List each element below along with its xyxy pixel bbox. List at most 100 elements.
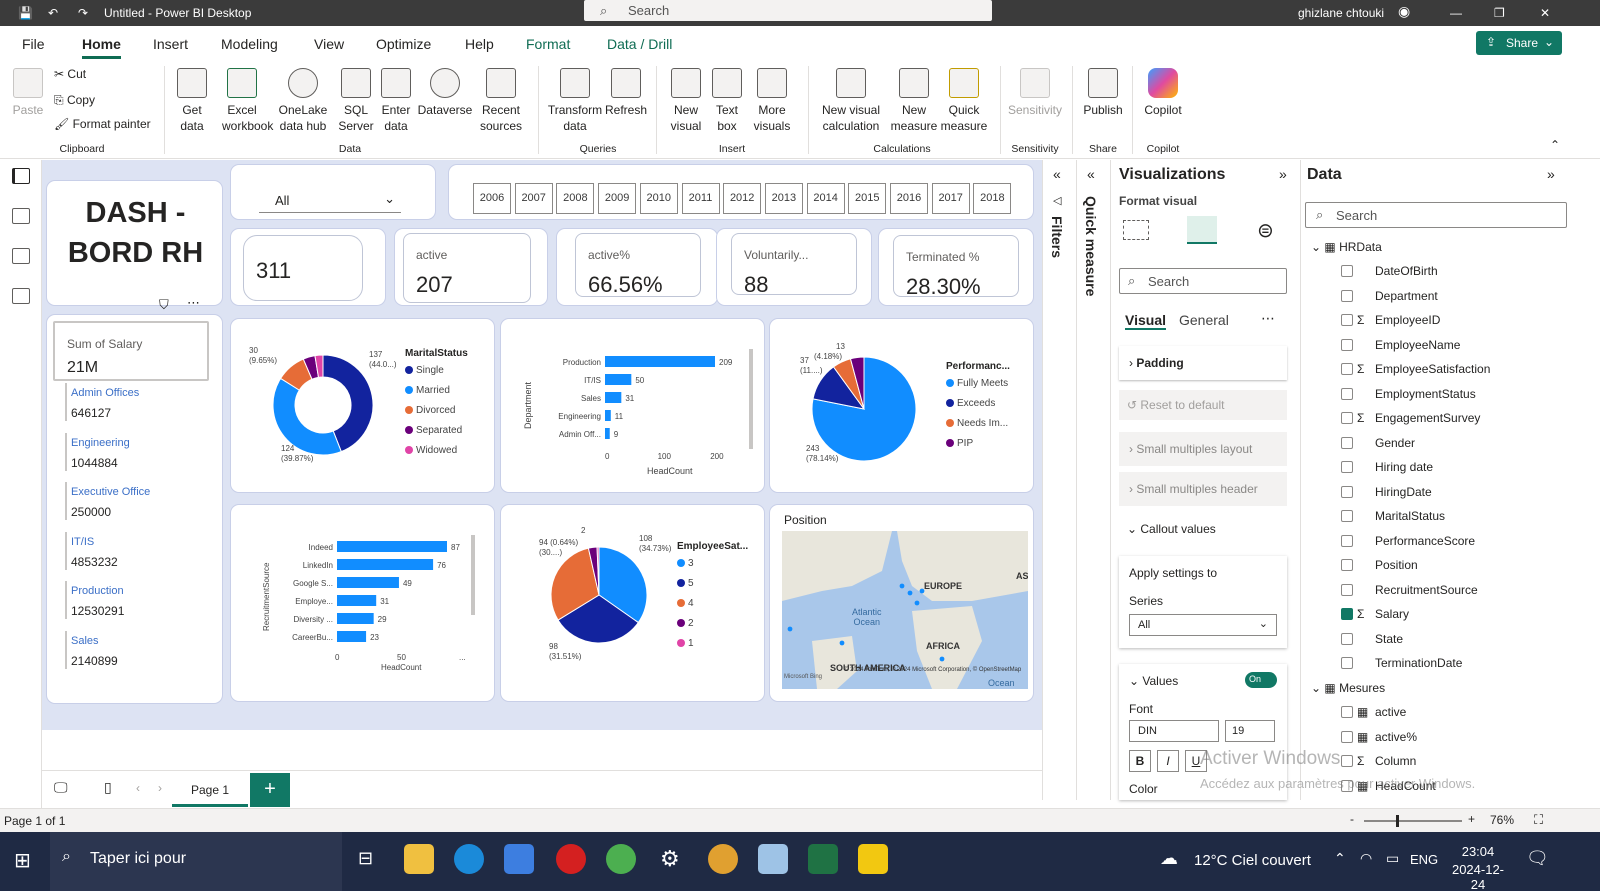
wifi-icon[interactable]: ◠	[1360, 850, 1372, 867]
new-visual-calc-button[interactable]: New visual calculation	[814, 68, 888, 134]
expand-quick-measure-icon[interactable]: «	[1087, 166, 1095, 182]
field-item[interactable]: DateOfBirth	[1341, 264, 1438, 278]
new-measure-button[interactable]: New measure	[890, 68, 938, 134]
field-checkbox[interactable]	[1341, 485, 1353, 498]
field-checkbox[interactable]	[1341, 608, 1353, 620]
performance-chart-card[interactable]: Performanc... Fully Meets Exceeds Needs Im.…	[769, 318, 1034, 493]
zoom-in-icon[interactable]: +	[1468, 812, 1475, 826]
transform-data-button[interactable]: Transform data	[546, 68, 604, 134]
reset-default-button[interactable]: ↺ Reset to default	[1119, 390, 1287, 420]
paste-button[interactable]: Paste	[10, 68, 46, 118]
tab-view[interactable]: View	[314, 36, 344, 52]
measure-item[interactable]: ▦ active%	[1341, 730, 1417, 744]
title-card[interactable]: DASH - BORD RH	[46, 180, 223, 306]
sensitivity-button[interactable]: Sensitivity	[1004, 68, 1066, 118]
viz-search-input[interactable]: ⌕ Search	[1119, 268, 1287, 294]
save-icon[interactable]: 💾	[18, 6, 33, 20]
field-item[interactable]: Hiring date	[1341, 460, 1433, 474]
field-checkbox[interactable]	[1341, 706, 1353, 718]
year-button[interactable]: 2017	[931, 183, 970, 214]
map-area[interactable]: EUROPE AFRICA SOUTH AMERICA Atlantic Oce…	[782, 531, 1028, 689]
cut-button[interactable]: ✂ Cut	[54, 66, 86, 82]
table-hrdata[interactable]: ⌄ ▦ HRData	[1311, 240, 1382, 254]
year-button[interactable]: 2006	[473, 183, 511, 214]
year-button[interactable]: 2009	[598, 183, 637, 214]
publish-button[interactable]: Publish	[1080, 68, 1126, 118]
year-button[interactable]: 2010	[639, 183, 678, 214]
kpi-card-total[interactable]: 311	[230, 228, 386, 306]
field-item[interactable]: TerminationDate	[1341, 656, 1462, 670]
zoom-out-icon[interactable]: -	[1350, 812, 1354, 826]
field-checkbox[interactable]	[1341, 387, 1353, 400]
quick-measure-button[interactable]: Quick measure	[940, 68, 988, 134]
notification-icon[interactable]: 🗨	[1526, 848, 1549, 869]
measure-item[interactable]: ▦ active	[1341, 705, 1406, 719]
chrome-profile-icon[interactable]	[708, 844, 738, 874]
field-item[interactable]: Σ Salary	[1341, 607, 1409, 621]
maximize-icon[interactable]: ❐	[1494, 6, 1505, 20]
field-checkbox[interactable]	[1341, 583, 1353, 596]
task-view-icon[interactable]: ⊟	[358, 848, 373, 869]
report-view-icon[interactable]	[12, 168, 30, 184]
field-checkbox[interactable]	[1341, 755, 1353, 767]
powerbi-app-icon[interactable]	[858, 844, 888, 874]
year-button[interactable]: 2014	[806, 183, 845, 214]
data-search-input[interactable]: ⌕ Search	[1305, 202, 1567, 228]
field-item[interactable]: PerformanceScore	[1341, 534, 1475, 548]
opera-icon[interactable]	[556, 844, 586, 874]
field-item[interactable]: Department	[1341, 289, 1438, 303]
field-item[interactable]: RecruitmentSource	[1341, 583, 1478, 597]
slicer-dropdown[interactable]: All ⌄	[259, 187, 401, 213]
small-multiples-header-section[interactable]: › Small multiples header	[1119, 472, 1287, 506]
dataverse-button[interactable]: Dataverse	[416, 68, 474, 118]
store-icon[interactable]	[504, 844, 534, 874]
close-icon[interactable]: ✕	[1540, 6, 1550, 20]
font-size-stepper[interactable]: 19	[1225, 720, 1275, 742]
kpi-card-active-pct[interactable]: active% 66.56%	[556, 228, 718, 306]
more-visuals-button[interactable]: More visuals	[748, 68, 796, 134]
department-chart-card[interactable]: Production 209 IT/IS 50 Sales 31 Engineering 11…	[500, 318, 765, 493]
field-item[interactable]: MaritalStatus	[1341, 509, 1445, 523]
kpi-card-voluntarily[interactable]: Voluntarily... 88	[716, 228, 872, 306]
refresh-button[interactable]: Refresh	[604, 68, 648, 118]
clock-time[interactable]: 23:04	[1446, 844, 1510, 859]
year-button[interactable]: 2018	[973, 183, 1012, 214]
taskbar-search[interactable]: ⌕ Taper ici pour	[50, 832, 342, 891]
desktop-layout-icon[interactable]: 🖵	[54, 779, 68, 796]
analytics-icon[interactable]: ⊜	[1257, 218, 1274, 243]
field-checkbox[interactable]	[1341, 289, 1353, 302]
field-item[interactable]: Σ EngagementSurvey	[1341, 411, 1480, 425]
battery-icon[interactable]: ▭	[1386, 850, 1399, 867]
field-checkbox[interactable]	[1341, 657, 1353, 669]
kpi-card-terminated[interactable]: Terminated % 28.30%	[878, 228, 1034, 306]
build-visual-icon[interactable]	[1123, 220, 1149, 240]
more-options-icon[interactable]: ⋯	[1261, 310, 1275, 327]
small-multiples-layout-section[interactable]: › Small multiples layout	[1119, 432, 1287, 466]
year-button[interactable]: 2008	[556, 183, 595, 214]
onelake-button[interactable]: OneLake data hub	[272, 68, 334, 134]
file-explorer-icon[interactable]	[404, 844, 434, 874]
edge-icon[interactable]	[454, 844, 484, 874]
field-checkbox[interactable]	[1341, 412, 1353, 424]
redo-icon[interactable]: ↷	[78, 6, 88, 20]
field-checkbox[interactable]	[1341, 461, 1353, 473]
field-item[interactable]: Gender	[1341, 436, 1415, 450]
field-checkbox[interactable]	[1341, 265, 1353, 277]
series-dropdown[interactable]: All ⌄	[1129, 614, 1277, 636]
year-button[interactable]: 2011	[681, 183, 720, 214]
year-button[interactable]: 2007	[514, 183, 553, 214]
year-button[interactable]: 2016	[890, 183, 928, 214]
field-checkbox[interactable]	[1341, 363, 1353, 375]
field-item[interactable]: HiringDate	[1341, 485, 1432, 499]
field-checkbox[interactable]	[1341, 436, 1353, 449]
mobile-layout-icon[interactable]: ▯	[104, 779, 112, 796]
quick-measure-pane-collapsed[interactable]: « Quick measure	[1076, 160, 1110, 800]
undo-icon[interactable]: ↶	[48, 6, 58, 20]
field-checkbox[interactable]	[1341, 338, 1353, 351]
add-page-button[interactable]: +	[250, 773, 290, 807]
filters-label[interactable]: Filters	[1049, 216, 1065, 258]
position-map-card[interactable]: Position EUROPE AFRICA SOUTH AMERICA Atl…	[769, 504, 1034, 702]
next-page-icon[interactable]: ›	[158, 781, 162, 795]
values-toggle[interactable]: On	[1245, 672, 1277, 688]
new-visual-button[interactable]: New visual	[664, 68, 708, 134]
